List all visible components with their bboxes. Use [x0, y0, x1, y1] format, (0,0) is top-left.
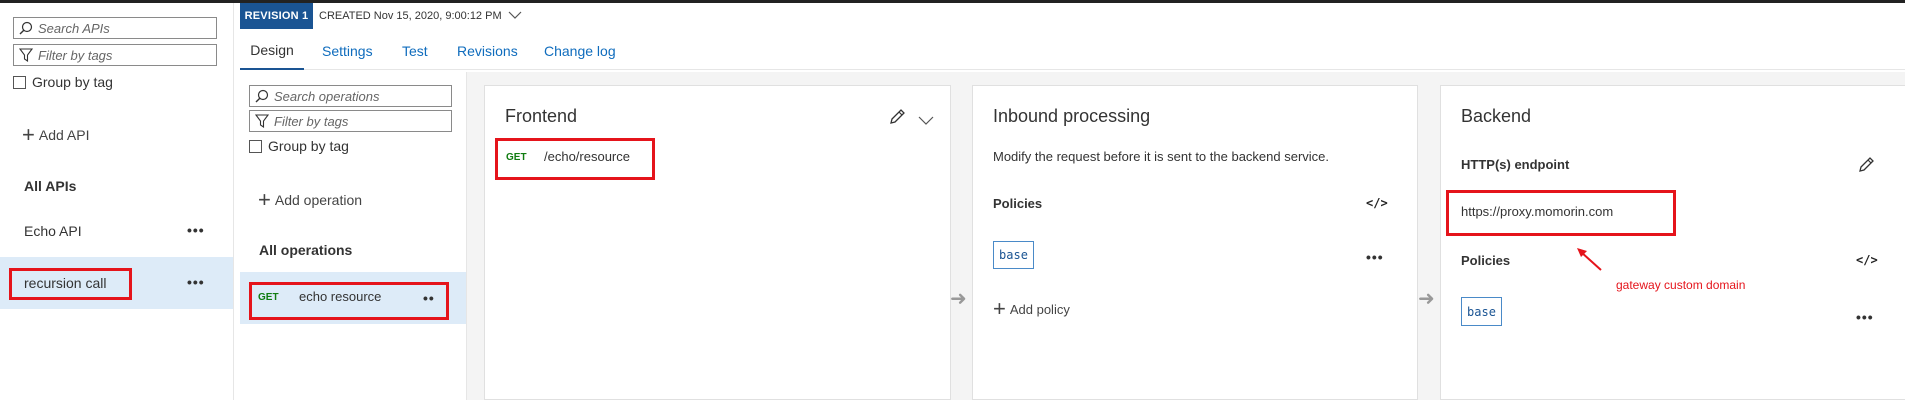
annotation-text: gateway custom domain — [1616, 278, 1746, 292]
more-options-icon[interactable]: ••• — [187, 274, 205, 290]
all-operations-heading: All operations — [259, 242, 353, 258]
tab-revisions[interactable]: Revisions — [457, 32, 518, 70]
base-policy-tag[interactable]: base — [1461, 297, 1502, 326]
more-options-icon[interactable]: ••• — [1856, 309, 1874, 325]
apis-panel: Search APIs Filter by tags Group by tag … — [0, 3, 234, 400]
code-editor-icon[interactable]: </> — [1366, 196, 1388, 210]
add-api-label: Add API — [38, 127, 90, 143]
search-operations-input[interactable]: Search operations — [249, 85, 452, 107]
checkbox-box[interactable] — [13, 75, 26, 89]
filter-icon — [254, 113, 270, 129]
flow-arrow-icon: ➜ — [1418, 288, 1435, 310]
group-by-tag-checkbox[interactable]: Group by tag — [13, 74, 113, 90]
tab-test[interactable]: Test — [402, 32, 428, 70]
add-api-button[interactable]: + Add API — [22, 122, 90, 147]
add-operation-label: Add operation — [274, 192, 363, 208]
tab-settings[interactable]: Settings — [322, 32, 373, 70]
tab-design[interactable]: Design — [240, 32, 304, 70]
add-operation-button[interactable]: + Add operation — [258, 187, 363, 212]
filter-operations-input[interactable]: Filter by tags — [249, 110, 452, 132]
highlight-box-echo-resource — [249, 282, 449, 320]
group-by-tag-label: Group by tag — [268, 138, 349, 154]
chevron-down-icon[interactable] — [918, 112, 934, 128]
plus-icon: + — [993, 296, 1006, 321]
highlight-box-endpoint — [1446, 190, 1676, 236]
group-by-tag-label: Group by tag — [32, 74, 113, 90]
filter-apis-placeholder: Filter by tags — [38, 47, 113, 63]
add-policy-button[interactable]: + Add policy — [993, 296, 1070, 321]
inbound-description: Modify the request before it is sent to … — [993, 149, 1330, 164]
backend-card: Backend HTTP(s) endpoint https://proxy.m… — [1440, 85, 1905, 400]
backend-title: Backend — [1461, 106, 1532, 126]
flow-arrow-icon: ➜ — [950, 288, 967, 310]
backend-policies-label: Policies — [1461, 253, 1511, 268]
endpoint-label: HTTP(s) endpoint — [1461, 157, 1570, 172]
operations-panel: Search operations Filter by tags Group b… — [240, 72, 467, 400]
frontend-card: Frontend GET /echo/resource — [484, 85, 951, 400]
revision-created-dropdown[interactable]: CREATED Nov 15, 2020, 9:00:12 PM — [319, 3, 522, 29]
highlight-box-recursion-call — [9, 268, 132, 300]
api-name: Echo API — [24, 223, 82, 239]
more-options-icon[interactable]: ••• — [1366, 249, 1384, 265]
filter-operations-placeholder: Filter by tags — [274, 113, 349, 129]
inbound-policies-label: Policies — [993, 196, 1043, 211]
search-icon — [254, 88, 270, 104]
all-apis-heading: All APIs — [24, 178, 77, 194]
filter-icon — [18, 47, 34, 63]
chevron-down-icon — [508, 10, 522, 22]
inbound-title: Inbound processing — [993, 106, 1151, 126]
group-by-tag-checkbox[interactable]: Group by tag — [249, 138, 349, 154]
more-options-icon[interactable]: ••• — [187, 222, 205, 238]
tab-change-log[interactable]: Change log — [544, 32, 616, 70]
annotation-arrow-icon — [1575, 246, 1605, 277]
highlight-box-frontend-path — [495, 138, 655, 180]
plus-icon: + — [258, 187, 271, 212]
base-policy-tag[interactable]: base — [993, 241, 1034, 269]
code-editor-icon[interactable]: </> — [1856, 253, 1878, 267]
filter-apis-input[interactable]: Filter by tags — [13, 44, 217, 66]
revision-strip — [313, 3, 1905, 29]
add-policy-label: Add policy — [1009, 301, 1070, 317]
api-list-item[interactable]: Echo API ••• — [0, 205, 233, 257]
edit-pencil-icon[interactable] — [888, 108, 906, 129]
search-icon — [18, 20, 34, 36]
revision-badge: REVISION 1 — [240, 3, 313, 29]
search-apis-input[interactable]: Search APIs — [13, 17, 217, 39]
search-operations-placeholder: Search operations — [274, 88, 380, 104]
revision-created-text: CREATED Nov 15, 2020, 9:00:12 PM — [319, 10, 502, 22]
checkbox-box[interactable] — [249, 139, 262, 153]
search-apis-placeholder: Search APIs — [38, 20, 110, 36]
tab-bar: Design Settings Test Revisions Change lo… — [240, 32, 1905, 70]
edit-pencil-icon[interactable] — [1857, 156, 1875, 177]
inbound-processing-card: Inbound processing Modify the request be… — [972, 85, 1418, 400]
plus-icon: + — [22, 122, 35, 147]
frontend-title: Frontend — [505, 106, 578, 126]
